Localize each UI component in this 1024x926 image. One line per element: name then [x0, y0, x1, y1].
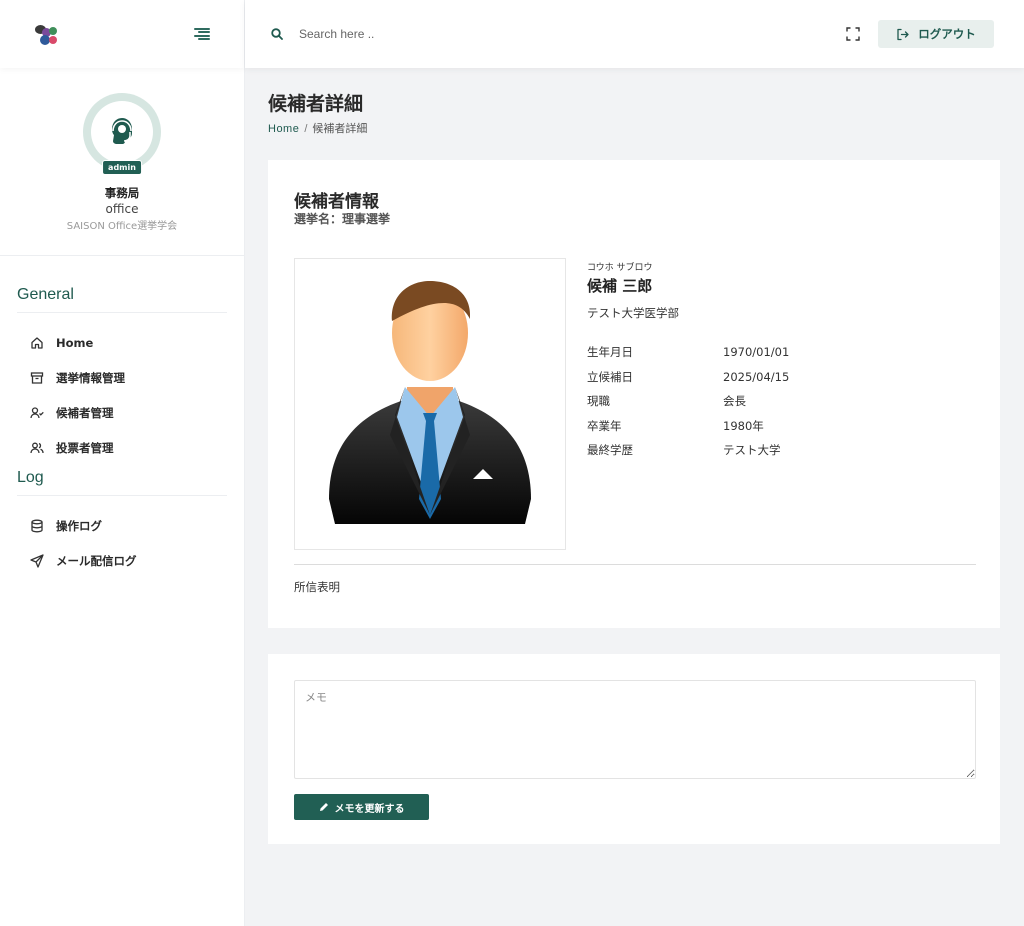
- update-memo-label: メモを更新する: [334, 803, 405, 815]
- detail-row-current-position: 現職 会長: [587, 389, 789, 414]
- detail-value: 1970/01/01: [723, 345, 790, 360]
- profile-name: 事務局: [104, 186, 140, 200]
- candidate-details: 生年月日 1970/01/01 立候補日 2025/04/15 現職 会長 卒業年 19…: [587, 340, 789, 463]
- detail-value: テスト大学: [723, 443, 781, 458]
- role-badge: admin: [102, 160, 142, 175]
- profile-role: office: [105, 202, 139, 216]
- policy-statement: 所信表明: [294, 580, 340, 594]
- sidebar-item-label: 候補者管理: [56, 405, 114, 420]
- page-title: 候補者詳細: [268, 93, 364, 115]
- logout-button[interactable]: ログアウト: [878, 20, 994, 48]
- detail-label: 現職: [587, 394, 610, 409]
- sidebar-item-voter-management[interactable]: 投票者管理: [0, 430, 244, 465]
- candidate-photo: [294, 258, 566, 550]
- avatar: admin: [83, 93, 161, 175]
- sidebar-item-label: 選挙情報管理: [56, 370, 125, 385]
- breadcrumb: Home / 候補者詳細: [268, 120, 367, 136]
- sidebar: admin 事務局 office SAISON Office選挙学会 Gener…: [0, 0, 245, 926]
- breadcrumb-home-link[interactable]: Home: [268, 123, 299, 135]
- nav-heading-general: General: [17, 286, 227, 313]
- detail-label: 立候補日: [587, 369, 633, 384]
- sidebar-item-operation-log[interactable]: 操作ログ: [0, 508, 244, 543]
- sidebar-item-label: 投票者管理: [56, 440, 114, 455]
- home-icon: [31, 336, 43, 349]
- nav-heading-log: Log: [17, 469, 227, 496]
- detail-row-education: 最終学歴 テスト大学: [587, 438, 789, 463]
- sidebar-item-label: 操作ログ: [56, 518, 102, 533]
- sidebar-header: [0, 0, 244, 68]
- candidate-kana: コウホ サブロウ: [587, 263, 653, 273]
- search-icon: [271, 28, 283, 40]
- memo-textarea[interactable]: [294, 680, 976, 779]
- fullscreen-icon[interactable]: [846, 27, 860, 41]
- candidate-name: 候補 三郎: [587, 277, 653, 295]
- detail-row-candidacy-date: 立候補日 2025/04/15: [587, 365, 789, 390]
- sidebar-item-candidate-management[interactable]: 候補者管理: [0, 395, 244, 430]
- profile-organization: SAISON Office選挙学会: [66, 221, 178, 232]
- sidebar-item-mail-log[interactable]: メール配信ログ: [0, 543, 244, 578]
- sidebar-item-label: Home: [56, 335, 94, 350]
- section-title: 候補者情報: [294, 192, 379, 212]
- logout-icon: [897, 28, 909, 40]
- user-check-icon: [30, 406, 44, 418]
- sidebar-item-election-management[interactable]: 選挙情報管理: [0, 360, 244, 395]
- breadcrumb-separator: /: [304, 123, 308, 135]
- update-memo-button[interactable]: メモを更新する: [294, 794, 429, 820]
- support-agent-icon: [112, 118, 132, 144]
- candidate-info-card: 候補者情報 選挙名：理事選挙 コウホ サブロウ 候補 三郎 テスト大学医学部 生…: [268, 160, 1000, 628]
- divider: [294, 564, 976, 565]
- election-name: 選挙名：理事選挙: [294, 212, 391, 226]
- detail-row-birthdate: 生年月日 1970/01/01: [587, 340, 789, 365]
- detail-row-graduation-year: 卒業年 1980年: [587, 414, 789, 439]
- businessman-avatar-icon: [329, 281, 531, 524]
- detail-value: 会長: [723, 394, 746, 409]
- pencil-icon: [319, 803, 328, 811]
- send-icon: [30, 553, 44, 568]
- users-icon: [30, 442, 44, 453]
- logo[interactable]: [34, 21, 60, 47]
- detail-value: 1980年: [723, 418, 764, 433]
- memo-card: メモを更新する: [268, 654, 1000, 844]
- detail-label: 生年月日: [587, 345, 633, 360]
- sidebar-item-label: メール配信ログ: [56, 553, 137, 568]
- user-profile: admin 事務局 office SAISON Office選挙学会: [0, 68, 244, 256]
- logout-label: ログアウト: [918, 27, 976, 41]
- menu-toggle-icon[interactable]: [194, 28, 210, 40]
- sidebar-item-home[interactable]: Home: [0, 325, 244, 360]
- detail-label: 最終学歴: [587, 443, 633, 458]
- detail-label: 卒業年: [587, 418, 622, 433]
- candidate-school: テスト大学医学部: [587, 306, 679, 320]
- search-input[interactable]: [299, 27, 599, 41]
- breadcrumb-current: 候補者詳細: [312, 123, 368, 135]
- database-icon: [31, 519, 43, 532]
- top-bar: ログアウト: [245, 0, 1024, 68]
- archive-icon: [30, 371, 44, 384]
- detail-value: 2025/04/15: [723, 369, 790, 384]
